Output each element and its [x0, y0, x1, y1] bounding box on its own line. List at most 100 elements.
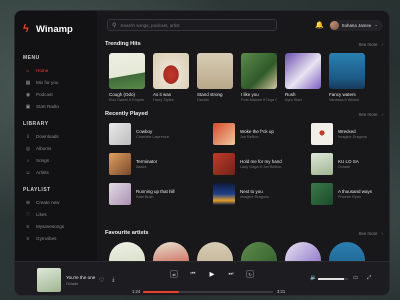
sidebar-item-label: Albums	[36, 146, 52, 151]
track-title: KU LO SA	[338, 159, 359, 164]
trending-see-more[interactable]: See more ›	[358, 42, 383, 47]
artist-card[interactable]	[285, 242, 321, 262]
chevron-right-icon: ›	[381, 230, 383, 236]
favourite-see-more[interactable]: See more ›	[358, 231, 383, 236]
track-artist: Lady Gaga ft Jon Bellion	[240, 165, 282, 169]
chevron-right-icon: ›	[381, 111, 383, 117]
recent-item[interactable]: Terminator Asake	[109, 153, 157, 175]
track-title: Cough (Odo)	[109, 92, 136, 97]
sidebar-item-create-new[interactable]: ⊕ Create new	[23, 197, 89, 208]
recent-see-more[interactable]: See more ›	[358, 112, 383, 117]
recent-item[interactable]: Woke the f*ck up Jon Bellion	[213, 123, 274, 145]
recent-item[interactable]: A thousand ways Phoebe Ryan	[311, 183, 372, 205]
next-icon[interactable]: ⏭	[227, 270, 235, 278]
sidebar-item-label: Artists	[36, 170, 49, 175]
recent-item[interactable]: KU LO SA Oxlade	[311, 153, 359, 175]
favourite-header: Favourite artists See more ›	[105, 229, 383, 237]
artist-photo	[285, 242, 321, 262]
shuffle-icon[interactable]: ⇄	[170, 270, 178, 278]
progress-bar[interactable]	[143, 291, 273, 293]
heart-icon[interactable]: ♡	[99, 277, 104, 284]
now-playing-artist: Oxlade	[66, 281, 79, 286]
track-artist: Ayra Starr	[285, 98, 303, 102]
album-cover	[213, 153, 235, 175]
track-artist: Post Malone ft Doja Cat	[241, 98, 277, 102]
app-name: Winamp	[36, 23, 73, 35]
play-icon[interactable]: ▶	[208, 270, 216, 278]
track-title: A thousand ways	[338, 189, 373, 194]
album-cover	[197, 53, 233, 89]
recent-item[interactable]: Next to you Imagine Dragons	[213, 183, 269, 205]
trending-card[interactable]: Stand strong Davido	[197, 53, 233, 102]
duration: 3:21	[277, 289, 286, 294]
trending-card[interactable]: Rush Ayra Starr	[285, 53, 321, 102]
sidebar-item-label: Podcast	[36, 92, 53, 97]
sidebar-item-home[interactable]: ⌂ Home	[23, 65, 89, 76]
album-cover	[109, 183, 131, 205]
artist-photo	[241, 242, 277, 262]
track-title: Next to you	[240, 189, 263, 194]
artist-card[interactable]	[197, 242, 233, 262]
track-artist: Kizz Daniel ft Empire	[109, 98, 145, 102]
top-right: 🔔 Sohana Jamee ⌄	[315, 19, 383, 31]
sidebar-item-albums[interactable]: ◎ Albums	[23, 143, 89, 154]
radio-icon: ▣	[25, 103, 31, 110]
album-cover	[311, 153, 333, 175]
artist-photo	[153, 242, 189, 262]
trending-card[interactable]: I like you Post Malone ft Doja Cat	[241, 53, 277, 102]
track-artist: Charlotte Lawrence	[136, 135, 169, 139]
trending-card[interactable]: Fancy waters Vanessa ft Wizkid	[329, 53, 365, 102]
playlist-title: PLAYLIST	[23, 187, 51, 193]
artist-card[interactable]	[241, 242, 277, 262]
recent-item[interactable]: Running up that hill Kate Bush	[109, 183, 175, 205]
track-title: Woke the f*ck up	[240, 129, 274, 134]
track-title: Hold me for my hand	[240, 159, 282, 164]
repeat-icon[interactable]: ↻	[246, 270, 254, 278]
artist-card[interactable]	[153, 242, 189, 262]
track-title: I like you	[241, 92, 259, 97]
previous-icon[interactable]: ⏮	[189, 270, 197, 278]
sidebar-item-podcast[interactable]: ◉ Podcast	[23, 89, 89, 100]
playback-controls: ⇄ ⏮ ▶ ⏭ ↻	[170, 270, 254, 278]
logo[interactable]: ϟ Winamp	[23, 21, 89, 37]
recent-item[interactable]: Wrecked Imagine Dragons	[311, 123, 367, 145]
volume-fill	[318, 278, 344, 280]
recent-item[interactable]: Hold me for my hand Lady Gaga ft Jon Bell…	[213, 153, 282, 175]
artist-card[interactable]	[109, 242, 145, 262]
search-box[interactable]: ⚲	[107, 19, 277, 31]
avatar	[329, 20, 339, 30]
sidebar-item-downloads[interactable]: ⇩ Downloads	[23, 131, 89, 142]
sidebar-item-mix[interactable]: ▦ Mix for you	[23, 77, 89, 88]
library-title: LIBRARY	[23, 121, 49, 127]
sidebar-item-gymvibes[interactable]: ≡ Gymvibes	[23, 233, 89, 244]
sidebar-item-radio[interactable]: ▣ Start Radio	[23, 101, 89, 112]
user-menu[interactable]: Sohana Jamee ⌄	[328, 19, 383, 31]
player-bar: You're the one Oxlade ♡ ⤓ ⇄ ⏮ ▶ ⏭ ↻ 1:24…	[15, 261, 389, 295]
sidebar-item-label: Gymvibes	[36, 236, 57, 241]
now-playing-cover[interactable]	[37, 268, 61, 292]
recent-item[interactable]: Cowboy Charlotte Lawrence	[109, 123, 169, 145]
trending-card[interactable]: Cough (Odo) Kizz Daniel ft Empire	[109, 53, 145, 102]
sidebar: ϟ Winamp MENU ⌂ Home ▦ Mix for you ◉ Pod…	[15, 11, 97, 261]
artist-photo	[329, 242, 365, 262]
sidebar-item-mysavesongs[interactable]: ≡ Mysavesongs	[23, 221, 89, 232]
download-icon[interactable]: ⤓	[112, 277, 115, 284]
device-icon[interactable]: ▭	[353, 275, 358, 281]
trending-card[interactable]: As it was Harry Styles	[153, 53, 189, 102]
volume-icon[interactable]: 🔉	[310, 275, 317, 281]
track-title: Wrecked	[338, 129, 356, 134]
recent-list: Cowboy Charlotte Lawrence Woke the f*ck u…	[105, 123, 383, 225]
sidebar-item-artists[interactable]: ☺ Artists	[23, 167, 89, 178]
artist-card[interactable]	[329, 242, 365, 262]
song-icon: ♪	[26, 157, 30, 164]
volume-slider[interactable]	[318, 278, 348, 280]
fullscreen-icon[interactable]: ⤢	[367, 275, 371, 282]
track-artist: Asake	[136, 165, 147, 169]
main-content: ⚲ 🔔 Sohana Jamee ⌄ Trending Hits See mor…	[97, 11, 389, 262]
sidebar-item-likes[interactable]: ♡ Likes	[23, 209, 89, 220]
search-input[interactable]	[120, 22, 271, 28]
podcast-icon: ◉	[25, 91, 31, 98]
sidebar-item-songs[interactable]: ♪ Songs	[23, 155, 89, 166]
notification-bell-icon[interactable]: 🔔	[315, 21, 324, 29]
user-name: Sohana Jamee	[341, 22, 372, 28]
